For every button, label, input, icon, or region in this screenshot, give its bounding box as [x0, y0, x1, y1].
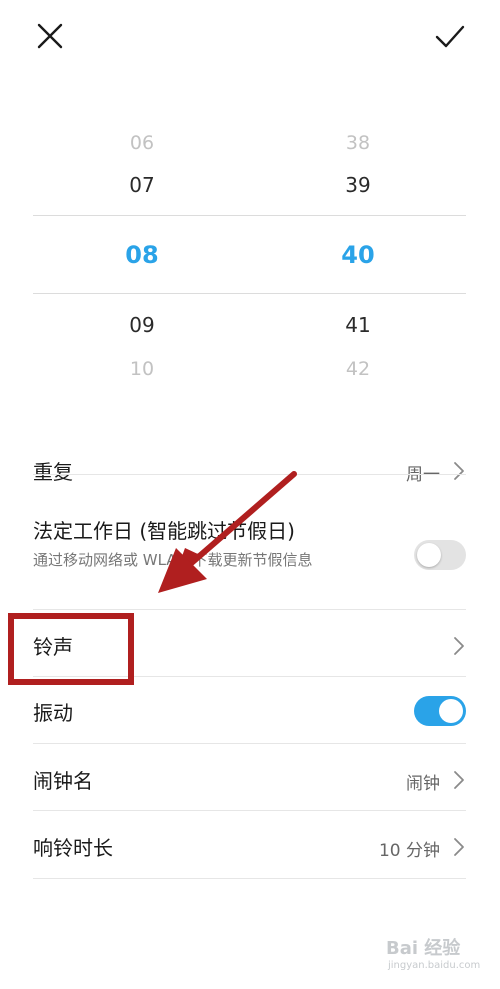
hour-option[interactable]: 06	[82, 128, 202, 158]
hour-selected[interactable]: 08	[82, 240, 202, 270]
divider	[33, 474, 466, 475]
confirm-button[interactable]	[430, 16, 470, 56]
chevron-right-icon	[454, 771, 464, 789]
chevron-right-icon	[454, 838, 464, 856]
picker-divider-bottom	[33, 293, 466, 294]
check-icon	[435, 25, 465, 48]
alarm-name-value: 闹钟	[406, 774, 440, 794]
ring-duration-row[interactable]: 响铃时长 10 分钟	[33, 829, 466, 865]
toggle-knob	[417, 543, 441, 567]
vibrate-row[interactable]: 振动	[33, 694, 466, 730]
workday-label: 法定工作日 (智能跳过节假日)	[33, 519, 295, 543]
vibrate-toggle[interactable]	[414, 696, 466, 726]
ring-duration-label: 响铃时长	[33, 836, 113, 860]
minute-option[interactable]: 39	[298, 170, 418, 200]
alarm-name-label: 闹钟名	[33, 769, 93, 793]
minute-wheel[interactable]: 38 39 40 41 42	[298, 120, 418, 390]
minute-option[interactable]: 41	[298, 310, 418, 340]
close-button[interactable]	[30, 16, 70, 56]
divider	[33, 810, 466, 811]
hour-option[interactable]: 07	[82, 170, 202, 200]
chevron-right-icon	[454, 637, 464, 655]
vibrate-label: 振动	[33, 701, 73, 725]
chevron-right-icon	[454, 462, 464, 480]
workday-row[interactable]: 法定工作日 (智能跳过节假日) 通过移动网络或 WLAN 下载更新节假信息	[33, 510, 466, 600]
close-icon	[37, 23, 63, 49]
divider	[33, 743, 466, 744]
alarm-name-row[interactable]: 闹钟名 闹钟	[33, 762, 466, 798]
divider	[33, 609, 466, 610]
workday-toggle[interactable]	[414, 540, 466, 570]
ring-duration-value: 10 分钟	[378, 841, 440, 861]
toggle-knob	[439, 699, 463, 723]
workday-subtitle: 通过移动网络或 WLAN 下载更新节假信息	[33, 551, 313, 569]
hour-option[interactable]: 10	[82, 354, 202, 384]
hour-option[interactable]: 09	[82, 310, 202, 340]
watermark-url: jingyan.baidu.com	[388, 960, 481, 971]
annotation-highlight-box	[8, 613, 134, 685]
time-picker[interactable]: 06 07 08 09 10 38 39 40 41 42	[0, 120, 500, 390]
minute-option[interactable]: 38	[298, 128, 418, 158]
repeat-label: 重复	[33, 460, 73, 484]
repeat-row[interactable]: 重复 周一	[33, 453, 466, 489]
minute-selected[interactable]: 40	[298, 240, 418, 270]
repeat-value: 周一	[406, 465, 440, 485]
picker-divider-top	[33, 215, 466, 216]
divider	[33, 878, 466, 879]
hour-wheel[interactable]: 06 07 08 09 10	[82, 120, 202, 390]
watermark-logo: Bai 经验	[386, 938, 461, 959]
watermark: Bai 经验 jingyan.baidu.com	[378, 934, 488, 984]
minute-option[interactable]: 42	[298, 354, 418, 384]
top-bar	[0, 0, 500, 80]
